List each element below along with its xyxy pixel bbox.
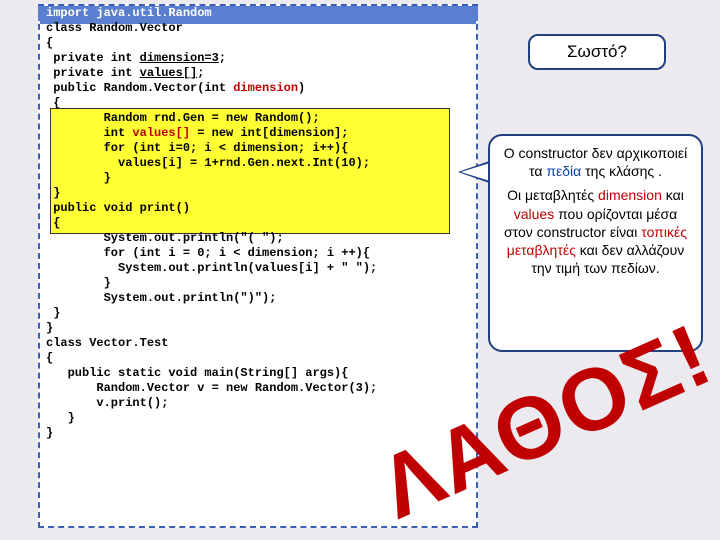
code-line: System.out.println(")");: [38, 291, 478, 306]
code-line: private int values[];: [38, 66, 478, 81]
code-line: {: [38, 351, 478, 366]
code-line: int values[] = new int[dimension];: [38, 126, 478, 141]
code-line: public void print(): [38, 201, 478, 216]
code-line: values[i] = 1+rnd.Gen.next.Int(10);: [38, 156, 478, 171]
code-line: }: [38, 171, 478, 186]
code-line: public static void main(String[] args){: [38, 366, 478, 381]
code-line: }: [38, 321, 478, 336]
code-line: }: [38, 276, 478, 291]
code-line: v.print();: [38, 396, 478, 411]
code-line: }: [38, 186, 478, 201]
code-line: import java.util.Random: [38, 6, 478, 21]
code-line: class Vector.Test: [38, 336, 478, 351]
code-line: public Random.Vector(int dimension): [38, 81, 478, 96]
code-line: Random rnd.Gen = new Random();: [38, 111, 478, 126]
callout-p2: Οι μεταβλητές dimension και values που ο…: [500, 186, 691, 277]
code-line: Random.Vector v = new Random.Vector(3);: [38, 381, 478, 396]
code-line: System.out.println(values[i] + " ");: [38, 261, 478, 276]
code-line: class Random.Vector: [38, 21, 478, 36]
code-line: {: [38, 36, 478, 51]
callout-p1: O constructor δεν αρχικοποιεί τα πεδία τ…: [500, 144, 691, 180]
callout-correct: Σωστό?: [528, 34, 666, 70]
code-line: System.out.println("( ");: [38, 231, 478, 246]
code-line: }: [38, 306, 478, 321]
code-line: {: [38, 96, 478, 111]
code-line: private int dimension=3;: [38, 51, 478, 66]
code-line: for (int i=0; i < dimension; i++){: [38, 141, 478, 156]
code-block: import java.util.Random class Random.Vec…: [38, 6, 478, 441]
callout-correct-text: Σωστό?: [567, 42, 627, 62]
code-line: {: [38, 216, 478, 231]
code-line: for (int i = 0; i < dimension; i ++){: [38, 246, 478, 261]
